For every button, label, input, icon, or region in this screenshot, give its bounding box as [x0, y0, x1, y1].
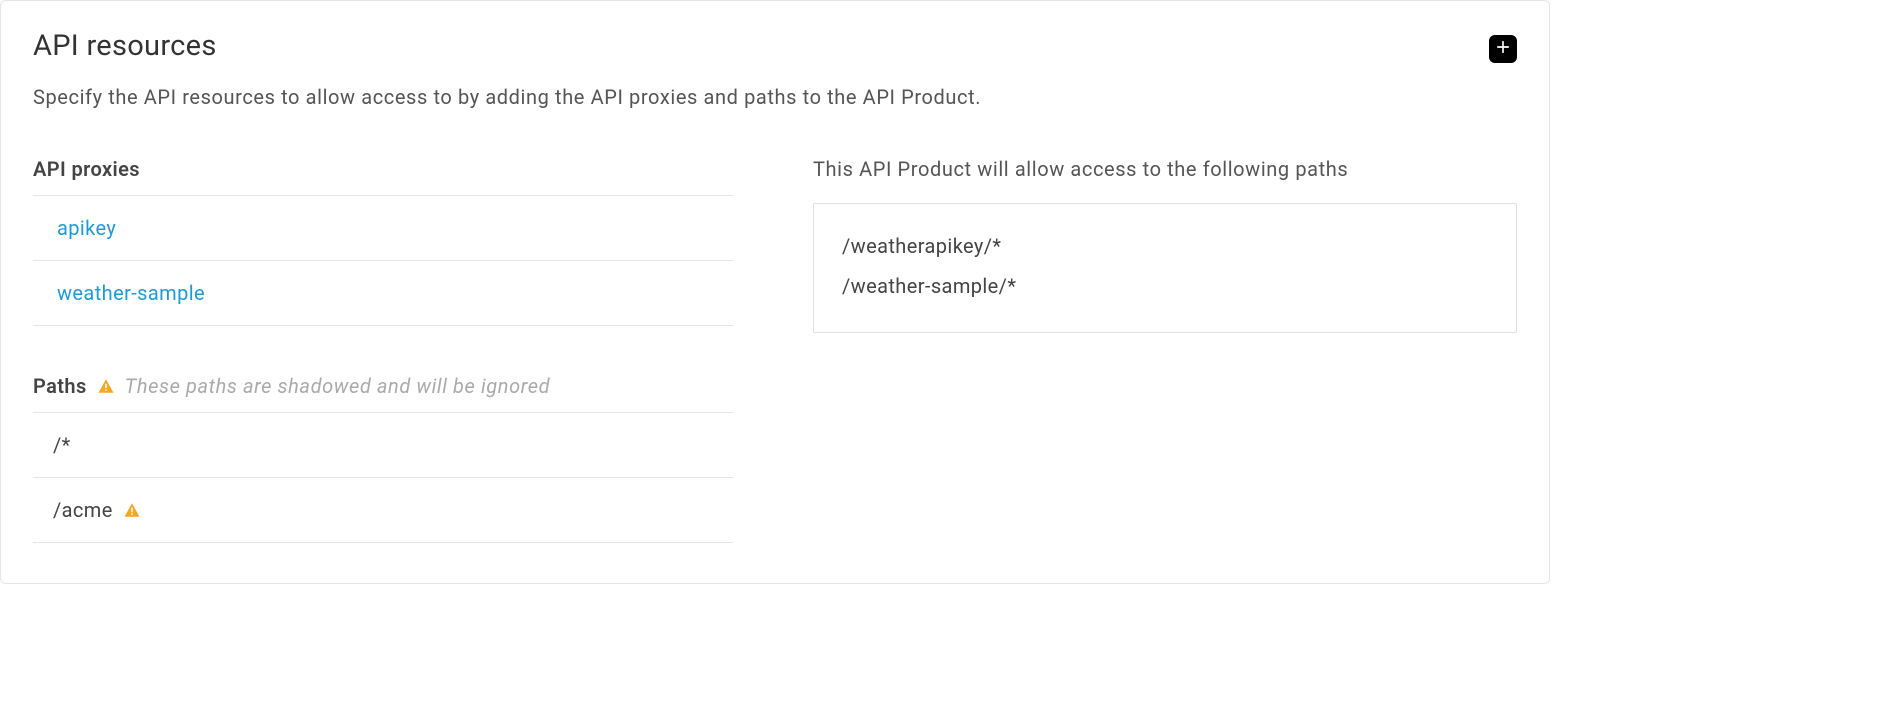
api-proxy-link[interactable]: apikey — [33, 195, 733, 260]
allowed-path: /weatherapikey/* — [842, 226, 1488, 266]
paths-header: Paths These paths are shadowed and will … — [33, 374, 733, 398]
path-value: /acme — [53, 498, 113, 522]
paths-section: Paths These paths are shadowed and will … — [33, 374, 733, 543]
right-column: This API Product will allow access to th… — [813, 157, 1517, 543]
left-column: API proxies apikey weather-sample Paths … — [33, 157, 733, 543]
add-resource-button[interactable] — [1489, 35, 1517, 63]
allowed-path: /weather-sample/* — [842, 266, 1488, 306]
paths-label: Paths — [33, 374, 87, 398]
panel-header: API resources — [33, 29, 1517, 63]
paths-list: /* /acme — [33, 412, 733, 543]
path-item[interactable]: /* — [33, 412, 733, 477]
allowed-paths-label: This API Product will allow access to th… — [813, 157, 1517, 181]
api-proxy-link[interactable]: weather-sample — [33, 260, 733, 326]
columns: API proxies apikey weather-sample Paths … — [33, 157, 1517, 543]
plus-icon — [1493, 37, 1513, 61]
api-resources-panel: API resources Specify the API resources … — [0, 0, 1550, 584]
allowed-paths-box: /weatherapikey/* /weather-sample/* — [813, 203, 1517, 333]
panel-title: API resources — [33, 29, 217, 63]
panel-description: Specify the API resources to allow acces… — [33, 85, 1517, 109]
paths-warning-text: These paths are shadowed and will be ign… — [125, 374, 551, 398]
path-value: /* — [53, 433, 71, 457]
warning-icon — [97, 377, 115, 395]
api-proxies-label: API proxies — [33, 157, 733, 181]
warning-icon — [123, 501, 141, 519]
api-proxies-list: apikey weather-sample — [33, 195, 733, 326]
path-item[interactable]: /acme — [33, 477, 733, 543]
